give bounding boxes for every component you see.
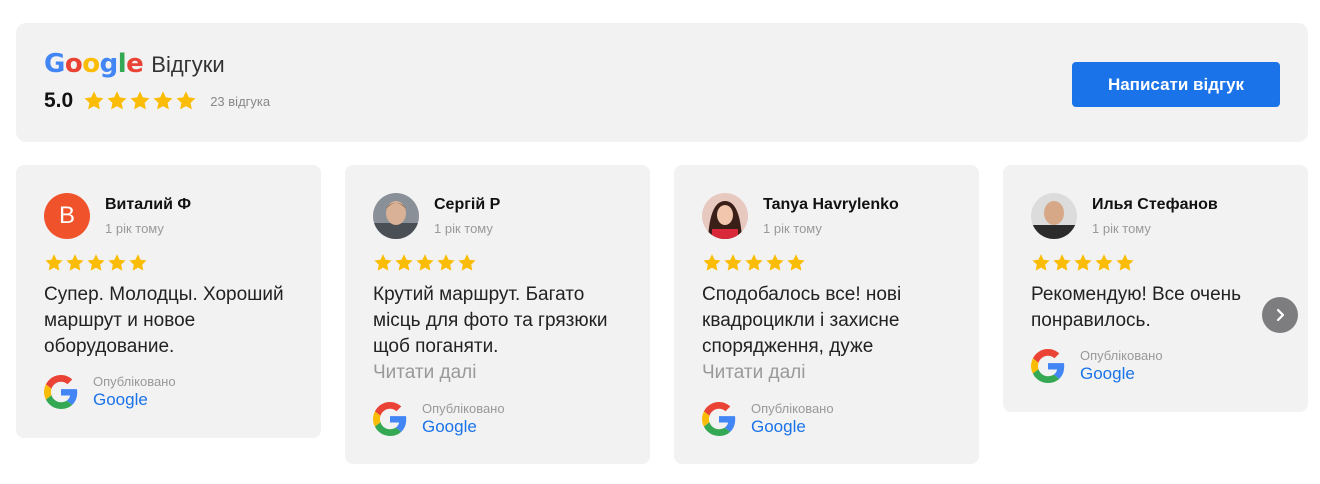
google-g-icon <box>373 402 407 436</box>
review-stars <box>44 253 149 273</box>
avatar-photo <box>702 193 748 239</box>
carousel-next-button[interactable] <box>1262 297 1298 333</box>
star-icon <box>108 254 126 271</box>
star-icon <box>153 91 173 110</box>
avatar <box>1031 193 1077 239</box>
rating-summary: 5.0 23 відгука <box>44 89 270 113</box>
published-source-link[interactable]: Google <box>422 417 505 437</box>
brand-letter: g <box>99 49 119 79</box>
read-more-link[interactable]: Читати далі <box>702 360 952 386</box>
published-label: Опубліковано <box>422 401 505 416</box>
review-time: 1 рік тому <box>105 221 164 236</box>
review-body: Крутий маршрут. Багато місць для фото та… <box>373 284 608 357</box>
star-icon <box>84 91 104 110</box>
star-icon <box>374 254 392 271</box>
brand-letter: e <box>126 49 144 79</box>
review-stars <box>1031 253 1136 273</box>
review-count: 23 відгука <box>210 93 271 109</box>
star-icon <box>416 254 434 271</box>
avatar <box>702 193 748 239</box>
avatar-photo <box>373 193 419 239</box>
review-time: 1 рік тому <box>1092 221 1151 236</box>
brand-letter: l <box>117 49 127 79</box>
reviewer-name: Сергій Р <box>434 196 501 213</box>
rating-stars <box>83 90 198 112</box>
brand-letter: o <box>64 49 83 79</box>
avatar <box>373 193 419 239</box>
review-card: Сергій Р 1 рік тому Крутий маршрут. Бага… <box>345 165 650 464</box>
review-body: Рекомендую! Все очень понравилось. <box>1031 284 1242 331</box>
reviewer-name: Илья Стефанов <box>1092 196 1218 213</box>
review-card: В Виталий Ф 1 рік тому Супер. Молодцы. Х… <box>16 165 321 438</box>
review-time: 1 рік тому <box>434 221 493 236</box>
reviewer-name: Виталий Ф <box>105 196 192 213</box>
review-time: 1 рік тому <box>763 221 822 236</box>
star-icon <box>724 254 742 271</box>
star-icon <box>87 254 105 271</box>
published-label: Опубліковано <box>751 401 834 416</box>
star-icon <box>66 254 84 271</box>
star-icon <box>1116 254 1134 271</box>
reviews-header: Google Відгуки 5.0 23 відгука Написати в… <box>16 23 1308 142</box>
published-on: Опубліковано Google <box>44 374 176 410</box>
star-icon <box>1095 254 1113 271</box>
review-stars <box>373 253 478 273</box>
star-icon <box>1053 254 1071 271</box>
brand-letter: o <box>82 49 100 79</box>
published-source-link[interactable]: Google <box>1080 364 1163 384</box>
star-icon <box>703 254 721 271</box>
published-label: Опубліковано <box>1080 348 1163 363</box>
star-icon <box>745 254 763 271</box>
avatar: В <box>44 193 90 239</box>
star-icon <box>458 254 476 271</box>
page-title: Відгуки <box>151 52 225 77</box>
star-icon <box>1032 254 1050 271</box>
avatar-photo <box>1031 193 1077 239</box>
star-icon <box>129 254 147 271</box>
google-g-icon <box>1031 349 1065 383</box>
google-g-icon <box>702 402 736 436</box>
rating-value: 5.0 <box>44 89 74 112</box>
star-icon <box>45 254 63 271</box>
google-g-icon <box>44 375 78 409</box>
read-more-link[interactable]: Читати далі <box>373 360 623 386</box>
published-on: Опубліковано Google <box>702 401 834 437</box>
review-body: Супер. Молодцы. Хороший маршрут и новое … <box>44 284 284 357</box>
star-icon <box>437 254 455 271</box>
chevron-right-icon <box>1276 308 1285 322</box>
review-text: Супер. Молодцы. Хороший маршрут и новое … <box>44 282 294 360</box>
review-body: Сподобалось все! нові квадроцикли і захи… <box>702 284 902 357</box>
star-icon <box>130 91 150 110</box>
published-label: Опубліковано <box>93 374 176 389</box>
write-review-button[interactable]: Написати відгук <box>1072 62 1280 107</box>
review-stars <box>702 253 807 273</box>
published-source-link[interactable]: Google <box>93 390 176 410</box>
published-source-link[interactable]: Google <box>751 417 834 437</box>
star-icon <box>766 254 784 271</box>
published-on: Опубліковано Google <box>1031 348 1163 384</box>
star-icon <box>176 91 196 110</box>
review-card: Илья Стефанов 1 рік тому Рекомендую! Все… <box>1003 165 1308 412</box>
review-text: Крутий маршрут. Багато місць для фото та… <box>373 282 623 386</box>
google-wordmark: Google <box>44 49 144 79</box>
reviewer-name: Tanya Havrylenko <box>763 196 899 213</box>
brand: Google Відгуки <box>44 49 225 79</box>
star-icon <box>395 254 413 271</box>
review-card: Tanya Havrylenko 1 рік тому Сподобалось … <box>674 165 979 464</box>
review-text: Рекомендую! Все очень понравилось. <box>1031 282 1281 334</box>
star-icon <box>107 91 127 110</box>
published-on: Опубліковано Google <box>373 401 505 437</box>
review-text: Сподобалось все! нові квадроцикли і захи… <box>702 282 952 386</box>
star-icon <box>787 254 805 271</box>
brand-letter: G <box>44 49 65 79</box>
star-icon <box>1074 254 1092 271</box>
